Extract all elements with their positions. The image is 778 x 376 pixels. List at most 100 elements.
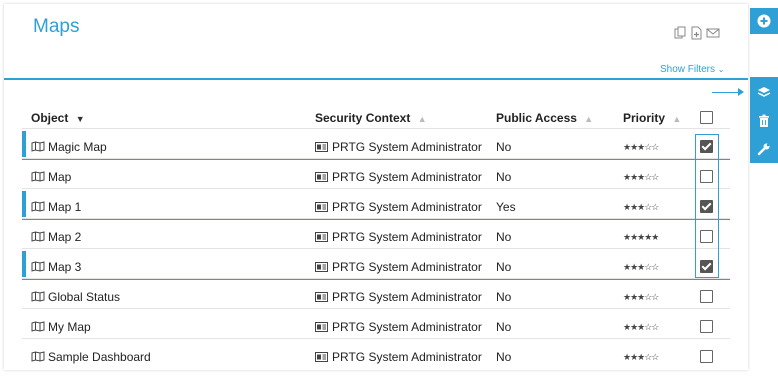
security-context-cell: PRTG System Administrator (315, 339, 482, 369)
header-divider (4, 78, 748, 80)
map-icon (31, 220, 45, 242)
header-actions (674, 26, 720, 40)
column-header-object[interactable]: Object ▼ (31, 105, 85, 129)
column-header-priority-label: Priority (623, 111, 666, 125)
sort-icon: ▲︎ (584, 114, 594, 124)
object-name[interactable]: Map 1 (48, 200, 81, 214)
object-name[interactable]: Map (48, 170, 71, 184)
sidebar-add (750, 8, 778, 34)
selection-highlight-frame (695, 134, 719, 278)
security-context: PRTG System Administrator (332, 320, 482, 334)
priority-stars[interactable]: ★★★☆☆ (623, 279, 659, 309)
user-card-icon (315, 340, 328, 362)
object-name[interactable]: Sample Dashboard (48, 350, 151, 364)
sort-desc-icon: ▼ (75, 114, 85, 124)
priority-stars[interactable]: ★★★☆☆ (623, 159, 659, 189)
security-context-cell: PRTG System Administrator (315, 189, 482, 219)
security-context: PRTG System Administrator (332, 350, 482, 364)
security-context: PRTG System Administrator (332, 260, 482, 274)
clone-icon[interactable] (674, 26, 687, 40)
user-card-icon (315, 130, 328, 152)
object-name[interactable]: Magic Map (48, 140, 107, 154)
column-header-security[interactable]: Security Context ▲︎ (315, 105, 427, 129)
object-name[interactable]: My Map (48, 320, 91, 334)
object-cell[interactable]: Map 3 (31, 249, 81, 279)
column-header-security-label: Security Context (315, 111, 411, 125)
table-row[interactable]: Map 2 PRTG System Administrator No ★★★★★ (22, 218, 730, 249)
security-context-cell: PRTG System Administrator (315, 279, 482, 309)
table-row[interactable]: Map PRTG System Administrator No ★★★☆☆ (22, 158, 730, 189)
public-access-value: No (496, 140, 512, 154)
column-header-object-label: Object (31, 111, 69, 125)
map-icon (31, 310, 45, 332)
priority-stars[interactable]: ★★★☆☆ (623, 249, 659, 279)
priority-stars[interactable]: ★★★☆☆ (623, 309, 659, 339)
object-cell[interactable]: Map 2 (31, 219, 81, 249)
user-card-icon (315, 160, 328, 182)
sort-icon: ▲︎ (672, 114, 682, 124)
sidebar-actions (750, 77, 778, 163)
object-name[interactable]: Map 3 (48, 260, 81, 274)
public-access-value: No (496, 170, 512, 184)
column-header-public-access[interactable]: Public Access ▲︎ (496, 105, 593, 129)
public-access-value: No (496, 350, 512, 364)
page-title: Maps (33, 16, 80, 37)
table-row[interactable]: My Map PRTG System Administrator No ★★★☆… (22, 308, 730, 339)
priority-stars[interactable]: ★★★☆☆ (623, 189, 659, 219)
show-filters-link[interactable]: Show Filters ⌄ (660, 64, 725, 75)
object-cell[interactable]: My Map (31, 309, 91, 339)
object-cell[interactable]: Sample Dashboard (31, 339, 151, 369)
row-checkbox[interactable] (700, 320, 713, 333)
show-filters-label: Show Filters (660, 64, 716, 75)
object-cell[interactable]: Global Status (31, 279, 120, 309)
sort-icon: ▲︎ (417, 114, 427, 124)
security-context-cell: PRTG System Administrator (315, 219, 482, 249)
public-access-value: No (496, 260, 512, 274)
security-context: PRTG System Administrator (332, 290, 482, 304)
column-header-priority[interactable]: Priority ▲︎ (623, 105, 681, 129)
public-access-value: No (496, 290, 512, 304)
user-card-icon (315, 310, 328, 332)
wrench-icon[interactable] (757, 142, 771, 156)
table-row[interactable]: Sample Dashboard PRTG System Administrat… (22, 338, 730, 369)
public-access-value: No (496, 320, 512, 334)
map-icon (31, 280, 45, 302)
trash-icon[interactable] (757, 114, 771, 128)
column-header-public-label: Public Access (496, 111, 577, 125)
table-row[interactable]: Map 1 PRTG System Administrator Yes ★★★☆… (22, 188, 730, 220)
add-icon[interactable] (757, 14, 771, 28)
table-row[interactable]: Global Status PRTG System Administrator … (22, 278, 730, 309)
object-cell[interactable]: Magic Map (31, 129, 107, 159)
map-icon (31, 130, 45, 152)
object-name[interactable]: Map 2 (48, 230, 81, 244)
user-card-icon (315, 220, 328, 242)
user-card-icon (315, 280, 328, 302)
security-context-cell: PRTG System Administrator (315, 159, 482, 189)
add-document-icon[interactable] (690, 26, 703, 40)
map-icon (31, 250, 45, 272)
select-all-checkbox[interactable] (700, 111, 713, 124)
user-card-icon (315, 250, 328, 272)
selection-bar (22, 251, 26, 277)
public-access-value: No (496, 230, 512, 244)
table-row[interactable]: Magic Map PRTG System Administrator No ★… (22, 128, 730, 160)
row-checkbox[interactable] (700, 290, 713, 303)
object-cell[interactable]: Map (31, 159, 71, 189)
object-cell[interactable]: Map 1 (31, 189, 81, 219)
row-checkbox[interactable] (700, 350, 713, 363)
security-context: PRTG System Administrator (332, 140, 482, 154)
user-card-icon (315, 190, 328, 212)
object-name[interactable]: Global Status (48, 290, 120, 304)
priority-stars[interactable]: ★★★☆☆ (623, 129, 659, 159)
priority-stars[interactable]: ★★★★★ (623, 219, 659, 249)
layers-icon[interactable] (757, 85, 771, 99)
security-context: PRTG System Administrator (332, 200, 482, 214)
map-icon (31, 340, 45, 362)
security-context: PRTG System Administrator (332, 230, 482, 244)
priority-stars[interactable]: ★★★☆☆ (623, 339, 659, 369)
security-context: PRTG System Administrator (332, 170, 482, 184)
mail-icon[interactable] (706, 26, 720, 40)
security-context-cell: PRTG System Administrator (315, 129, 482, 159)
table-row[interactable]: Map 3 PRTG System Administrator No ★★★☆☆ (22, 248, 730, 280)
security-context-cell: PRTG System Administrator (315, 309, 482, 339)
